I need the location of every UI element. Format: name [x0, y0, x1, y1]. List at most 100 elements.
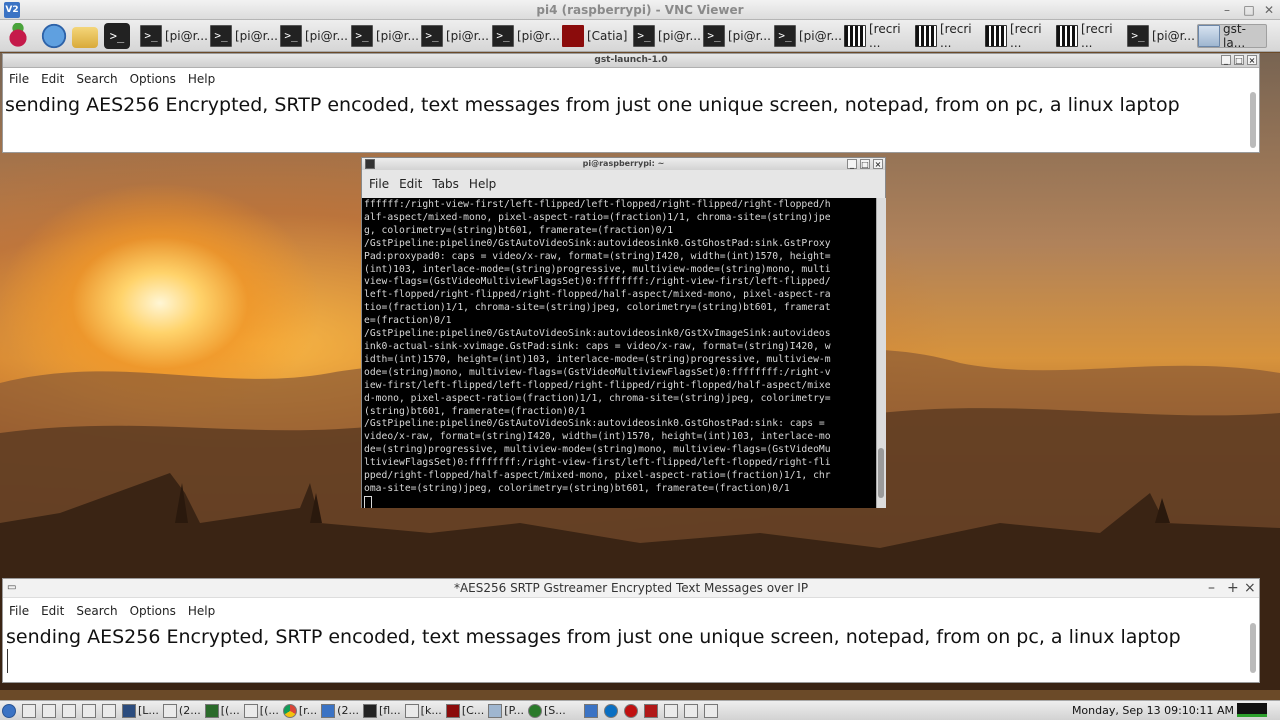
terminal-close-icon[interactable]: ×: [873, 159, 883, 169]
terminal-line: (int)103, interlace-mode=(string)progres…: [364, 263, 831, 275]
editor-menu-file[interactable]: File: [3, 604, 35, 618]
taskbar-window-4[interactable]: >_ [pi@r...: [351, 24, 419, 48]
editor-text-area[interactable]: sending AES256 Encrypted, SRTP encoded, …: [3, 622, 1250, 648]
grid-icon: [915, 25, 937, 47]
editor-menu-search[interactable]: Search: [70, 604, 123, 618]
editor-maximize-icon[interactable]: +: [1227, 579, 1239, 597]
taskbar-item-11[interactable]: [S...: [527, 702, 566, 720]
tray-pdf-icon[interactable]: [643, 702, 660, 720]
menu-file[interactable]: File: [3, 72, 35, 86]
taskbar-window-2[interactable]: >_ [pi@r...: [210, 24, 278, 48]
tray-hp-icon[interactable]: [603, 702, 620, 720]
taskbar-window-13[interactable]: [recri ...: [985, 22, 1051, 50]
taskbar-window-5[interactable]: >_ [pi@r...: [421, 24, 489, 48]
taskbar-window-12[interactable]: [recri ...: [915, 22, 981, 50]
menu-search[interactable]: Search: [70, 72, 123, 86]
taskbar-item-vnc[interactable]: (2...: [321, 702, 359, 720]
terminal-menu-edit[interactable]: Edit: [394, 177, 427, 191]
taskbar-window-11[interactable]: [recri ...: [844, 22, 910, 50]
quicklaunch-icon-1[interactable]: [22, 702, 38, 720]
editor-menu-edit[interactable]: Edit: [35, 604, 70, 618]
tray-bluetooth-icon[interactable]: [703, 702, 720, 720]
quicklaunch-icon-2[interactable]: [42, 702, 58, 720]
text-cursor: [7, 649, 8, 673]
taskbar-window-7[interactable]: [Catia]: [562, 24, 628, 48]
close-icon[interactable]: ✕: [1262, 3, 1276, 17]
terminal-line: idth=(int)1570, height=(int)103, interla…: [364, 353, 831, 365]
terminal-menu-tabs[interactable]: Tabs: [427, 177, 464, 191]
taskbar-window-3[interactable]: >_ [pi@r...: [280, 24, 348, 48]
editor-scrollbar[interactable]: [1250, 623, 1256, 673]
taskbar-window-16[interactable]: gst-la...: [1197, 22, 1267, 50]
taskbar-window-9[interactable]: >_ [pi@r...: [703, 24, 771, 48]
taskbar-window-15[interactable]: >_ [pi@r...: [1127, 24, 1195, 48]
terminal-menu-file[interactable]: File: [364, 177, 394, 191]
terminal-line: /GstPipeline:pipeline0/GstAutoVideoSink:…: [364, 328, 831, 340]
tray-volume-icon[interactable]: [683, 702, 700, 720]
quicklaunch-icon-4[interactable]: [82, 702, 98, 720]
raspberry-menu-icon[interactable]: [5, 23, 31, 49]
terminal-output[interactable]: ffffff:/right-view-first/left-flipped/le…: [362, 198, 876, 508]
terminal-minimize-icon[interactable]: _: [847, 159, 857, 169]
grid-icon: [844, 25, 866, 47]
menu-options[interactable]: Options: [124, 72, 182, 86]
maximize-icon[interactable]: □: [1242, 3, 1256, 17]
taskbar-item-7[interactable]: [fl...: [362, 702, 401, 720]
terminal-maximize-icon[interactable]: □: [860, 159, 870, 169]
editor-minimize-icon[interactable]: –: [1208, 579, 1215, 597]
minimize-icon[interactable]: –: [1220, 3, 1234, 17]
editor-close-icon[interactable]: ×: [1244, 579, 1256, 597]
terminal-line: /GstPipeline:pipeline0/GstAutoVideoSink:…: [364, 237, 831, 249]
taskbar-window-label: [pi@r...: [305, 29, 348, 43]
editor-menu-options[interactable]: Options: [124, 604, 182, 618]
taskbar-window-1[interactable]: >_ [pi@r...: [140, 24, 208, 48]
gst-maximize-icon[interactable]: □: [1234, 55, 1244, 65]
tray-red-icon[interactable]: [623, 702, 640, 720]
terminal-menu-help[interactable]: Help: [464, 177, 501, 191]
taskbar-window-label: [pi@r...: [1152, 29, 1195, 43]
gst-window-titlebar: gst-launch-1.0 _ □ ×: [3, 54, 1259, 68]
file-manager-icon[interactable]: [72, 27, 98, 48]
taskbar-item-chrome[interactable]: [r...: [282, 702, 317, 720]
terminal-scrollbar[interactable]: [876, 198, 886, 508]
quicklaunch-icon-3[interactable]: [62, 702, 78, 720]
gst-scrollbar[interactable]: [1250, 92, 1256, 148]
tray-vnc-icon[interactable]: [583, 702, 600, 720]
editor-menu-help[interactable]: Help: [182, 604, 221, 618]
taskbar-window-label: [pi@r...: [165, 29, 208, 43]
taskbar-window-10[interactable]: >_ [pi@r...: [774, 24, 842, 48]
menu-help[interactable]: Help: [182, 72, 221, 86]
quicklaunch-icon-5[interactable]: [102, 702, 118, 720]
tray-network-icon[interactable]: [663, 702, 680, 720]
gst-text-display[interactable]: sending AES256 Encrypted, SRTP encoded, …: [3, 90, 1259, 116]
taskbar-item-2[interactable]: (2...: [162, 702, 201, 720]
gst-minimize-icon[interactable]: _: [1221, 55, 1231, 65]
taskbar-window-label: [recri ...: [1081, 22, 1113, 50]
taskbar-item-4[interactable]: [(...: [243, 702, 279, 720]
terminal-line: de=(string)progressive, multiview-mode=(…: [364, 444, 831, 456]
taskbar-window-6[interactable]: >_ [pi@r...: [492, 24, 560, 48]
menu-edit[interactable]: Edit: [35, 72, 70, 86]
gst-close-icon[interactable]: ×: [1247, 55, 1257, 65]
taskbar-clock[interactable]: Monday, Sep 13 09:10:11 AM: [1072, 702, 1234, 720]
terminal-icon: >_: [703, 25, 725, 47]
taskbar-window-14[interactable]: [recri ...: [1056, 22, 1122, 50]
terminal-title: pi@raspberrypi: ~: [582, 159, 665, 168]
start-menu-icon[interactable]: [2, 702, 18, 720]
taskbar-item-monitor[interactable]: [L...: [122, 702, 159, 720]
terminal-scroll-thumb[interactable]: [878, 448, 884, 498]
taskbar-item-10[interactable]: [P...: [488, 702, 524, 720]
cpu-monitor-icon: [1237, 703, 1267, 717]
catia-icon: [562, 25, 584, 47]
terminal-icon: >_: [421, 25, 443, 47]
taskbar-item-catia[interactable]: [C...: [445, 702, 484, 720]
terminal-launcher-icon[interactable]: >_: [104, 23, 130, 49]
taskbar-item-terminal[interactable]: [(...: [204, 702, 240, 720]
web-browser-icon[interactable]: [41, 23, 67, 49]
taskbar-item-8[interactable]: [k...: [404, 702, 442, 720]
taskbar-window-label: [Catia]: [587, 29, 628, 43]
editor-window-menu-icon[interactable]: ▭: [7, 579, 16, 597]
taskbar-window-8[interactable]: >_ [pi@r...: [633, 24, 701, 48]
vnc-window-title: pi4 (raspberrypi) - VNC Viewer: [536, 3, 744, 17]
vnc-title-bar: V2 pi4 (raspberrypi) - VNC Viewer – □ ✕: [0, 0, 1280, 20]
